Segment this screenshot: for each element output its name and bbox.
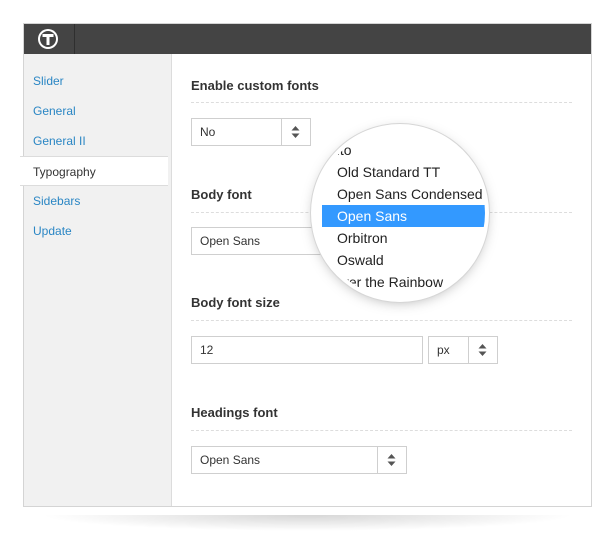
headings-font-value: Open Sans [200,453,261,467]
custom-fonts-title: Enable custom fonts [191,78,319,93]
select-arrow-box [281,119,310,145]
divider [191,102,572,103]
theme-logo-icon [38,29,58,49]
sidebar-item-update[interactable]: Update [24,216,171,246]
top-bar [24,24,591,54]
headings-font-select[interactable]: Open Sans [191,446,407,474]
font-option[interactable]: Open Sans Condensed [315,183,485,205]
custom-fonts-value: No [200,125,216,139]
body-font-value: Open Sans [200,234,261,248]
select-arrow-box [377,447,406,473]
sidebar-item-general-ii[interactable]: General II [24,126,171,156]
select-arrow-box [468,337,497,363]
font-option[interactable]: Orbitron [315,227,485,249]
body-font-size-input[interactable] [191,336,423,364]
font-size-unit-value: px [437,343,450,357]
font-option-selected[interactable]: Open Sans [322,205,485,227]
up-down-arrows-icon [387,454,396,466]
headings-font-title: Headings font [191,405,278,420]
font-size-unit-select[interactable]: px [428,336,498,364]
sidebar-item-typography[interactable]: Typography [20,156,168,186]
font-option[interactable]: Oswald [315,249,485,271]
theme-options-panel: Slider General General II Typography Sid… [20,23,592,507]
sidebar-item-slider[interactable]: Slider [24,66,171,96]
custom-fonts-select[interactable]: No [191,118,311,146]
logo-cell [24,24,75,54]
up-down-arrows-icon [291,126,300,138]
sidebar: Slider General General II Typography Sid… [20,54,172,506]
font-option[interactable]: Old Standard TT [315,161,485,183]
sidebar-item-general[interactable]: General [24,96,171,126]
sidebar-item-sidebars[interactable]: Sidebars [24,186,171,216]
font-option[interactable]: Over the Rainbow [315,271,485,293]
panel-shadow [40,515,575,531]
font-option[interactable]: nito [315,139,485,161]
font-options-list: nito Old Standard TT Open Sans Condensed… [315,139,485,293]
divider [191,320,572,321]
body-font-size-title: Body font size [191,295,280,310]
up-down-arrows-icon [478,344,487,356]
divider [191,430,572,431]
magnified-font-dropdown: nito Old Standard TT Open Sans Condensed… [315,128,485,298]
body-font-title: Body font [191,187,252,202]
